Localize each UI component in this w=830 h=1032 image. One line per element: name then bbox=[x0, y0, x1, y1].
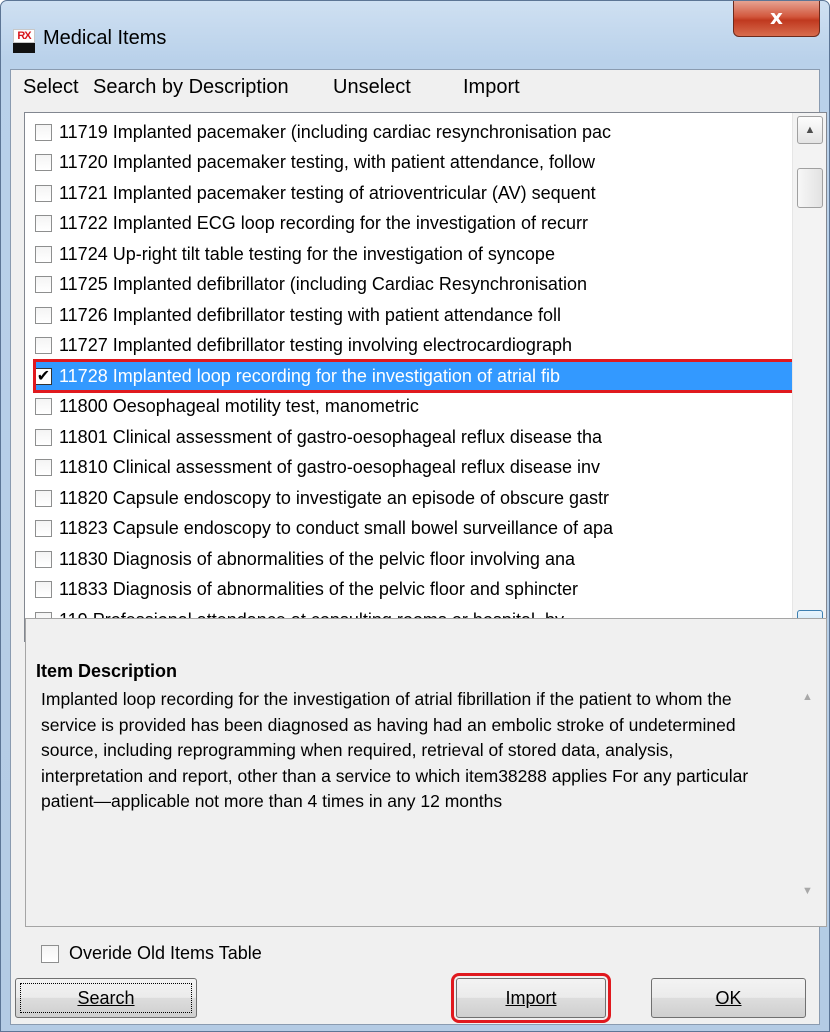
menu-bar: Select Search by Description Unselect Im… bbox=[11, 70, 819, 106]
checkbox[interactable] bbox=[35, 276, 52, 293]
list-item-text: 11720 Implanted pacemaker testing, with … bbox=[59, 152, 596, 172]
search-button[interactable]: Search bbox=[15, 978, 197, 1018]
menu-select[interactable]: Select bbox=[23, 76, 79, 99]
description-scroll-down-icon[interactable]: ▼ bbox=[802, 885, 813, 897]
list-item[interactable]: 11833 Diagnosis of abnormalities of the … bbox=[35, 575, 795, 605]
list-item[interactable]: 11810 Clinical assessment of gastro-oeso… bbox=[35, 453, 795, 483]
list-item[interactable]: 11725 Implanted defibrillator (including… bbox=[35, 270, 795, 300]
menu-import[interactable]: Import bbox=[463, 76, 520, 99]
list-item-text: 11801 Clinical assessment of gastro-oeso… bbox=[59, 426, 602, 447]
close-icon: x bbox=[770, 5, 783, 29]
description-scroll-up-icon[interactable]: ▲ bbox=[802, 691, 813, 703]
list-item[interactable]: 11719 Implanted pacemaker (including car… bbox=[35, 117, 795, 147]
list-item-text: 11728 Implanted loop recording for the i… bbox=[59, 365, 560, 386]
list-item[interactable]: 11724 Up-right tilt table testing for th… bbox=[35, 239, 795, 269]
checkbox[interactable] bbox=[35, 306, 52, 324]
list-item-text: 11725 Implanted defibrillator (including… bbox=[59, 274, 587, 294]
list-item-text: 11721 Implanted pacemaker testing of atr… bbox=[59, 182, 596, 203]
list-item-text: 11722 Implanted ECG loop recording for t… bbox=[59, 213, 588, 233]
import-button-label: Import bbox=[505, 988, 557, 1008]
ok-button-label: OK bbox=[715, 988, 742, 1008]
override-label: Overide Old Items Table bbox=[69, 943, 262, 963]
scroll-thumb[interactable] bbox=[797, 168, 823, 208]
list-item-text: 11726 Implanted defibrillator testing wi… bbox=[59, 304, 561, 325]
checkbox[interactable] bbox=[35, 550, 52, 568]
window-title: Medical Items bbox=[43, 27, 167, 49]
override-checkbox-box[interactable] bbox=[41, 944, 59, 963]
scroll-up-icon[interactable]: ▲ bbox=[797, 116, 823, 144]
medical-items-window: RX Medical Items x Select Search by Desc… bbox=[0, 0, 830, 1032]
override-old-items-checkbox[interactable]: Overide Old Items Table bbox=[41, 943, 262, 964]
checkbox[interactable] bbox=[35, 245, 52, 263]
checkbox[interactable] bbox=[35, 215, 52, 232]
checkbox[interactable] bbox=[35, 184, 52, 202]
list-item[interactable]: 11727 Implanted defibrillator testing in… bbox=[35, 331, 795, 361]
list-item[interactable]: 11720 Implanted pacemaker testing, with … bbox=[35, 148, 795, 178]
checkbox[interactable] bbox=[35, 428, 52, 446]
checkbox[interactable] bbox=[35, 489, 52, 507]
checkbox[interactable] bbox=[35, 337, 52, 354]
list-item-text: 11719 Implanted pacemaker (including car… bbox=[59, 121, 611, 142]
item-description-text: Implanted loop recording for the investi… bbox=[41, 689, 749, 811]
menu-unselect[interactable]: Unselect bbox=[333, 76, 411, 99]
list-item[interactable]: 11726 Implanted defibrillator testing wi… bbox=[35, 300, 795, 330]
list-item-text: 11727 Implanted defibrillator testing in… bbox=[59, 335, 572, 355]
checkbox[interactable] bbox=[35, 398, 52, 415]
menu-search-by-description[interactable]: Search by Description bbox=[93, 76, 289, 99]
checkbox[interactable] bbox=[35, 581, 52, 598]
list-item[interactable]: 11800 Oesophageal motility test, manomet… bbox=[35, 392, 795, 422]
list-item-text: 11810 Clinical assessment of gastro-oeso… bbox=[59, 457, 600, 477]
list-item[interactable]: 11721 Implanted pacemaker testing of atr… bbox=[35, 178, 795, 208]
medical-items-list[interactable]: 11719 Implanted pacemaker (including car… bbox=[24, 112, 827, 642]
list-item[interactable]: 11820 Capsule endoscopy to investigate a… bbox=[35, 483, 795, 513]
checked-checkbox[interactable]: ✔ bbox=[35, 367, 52, 385]
list-item-text: 11820 Capsule endoscopy to investigate a… bbox=[59, 487, 610, 508]
ok-button[interactable]: OK bbox=[651, 978, 806, 1018]
checkbox[interactable] bbox=[35, 520, 52, 537]
list-item[interactable]: 11830 Diagnosis of abnormalities of the … bbox=[35, 544, 795, 574]
close-button[interactable]: x bbox=[733, 1, 820, 37]
list-item-text: 11830 Diagnosis of abnormalities of the … bbox=[59, 548, 575, 569]
list-item-text: 11724 Up-right tilt table testing for th… bbox=[59, 243, 555, 264]
title-bar[interactable]: RX Medical Items bbox=[1, 1, 829, 71]
checkbox[interactable] bbox=[35, 123, 52, 141]
rx-app-icon: RX bbox=[13, 29, 35, 53]
import-button[interactable]: Import bbox=[451, 973, 611, 1023]
item-description-label: Item Description bbox=[33, 661, 181, 682]
list-item[interactable]: 11823 Capsule endoscopy to conduct small… bbox=[35, 514, 795, 544]
checkbox[interactable] bbox=[35, 459, 52, 476]
list-item[interactable]: 11801 Clinical assessment of gastro-oeso… bbox=[35, 422, 795, 452]
list-item-text: 11823 Capsule endoscopy to conduct small… bbox=[59, 518, 614, 538]
list-scrollbar[interactable]: ▲ ▼ bbox=[792, 113, 826, 641]
list-item-text: 11800 Oesophageal motility test, manomet… bbox=[59, 396, 419, 416]
list-item[interactable]: 11722 Implanted ECG loop recording for t… bbox=[35, 209, 795, 239]
list-item-text: 11833 Diagnosis of abnormalities of the … bbox=[59, 579, 578, 599]
checkbox[interactable] bbox=[35, 154, 52, 171]
list-item[interactable]: ✔ 11728 Implanted loop recording for the … bbox=[33, 359, 797, 393]
